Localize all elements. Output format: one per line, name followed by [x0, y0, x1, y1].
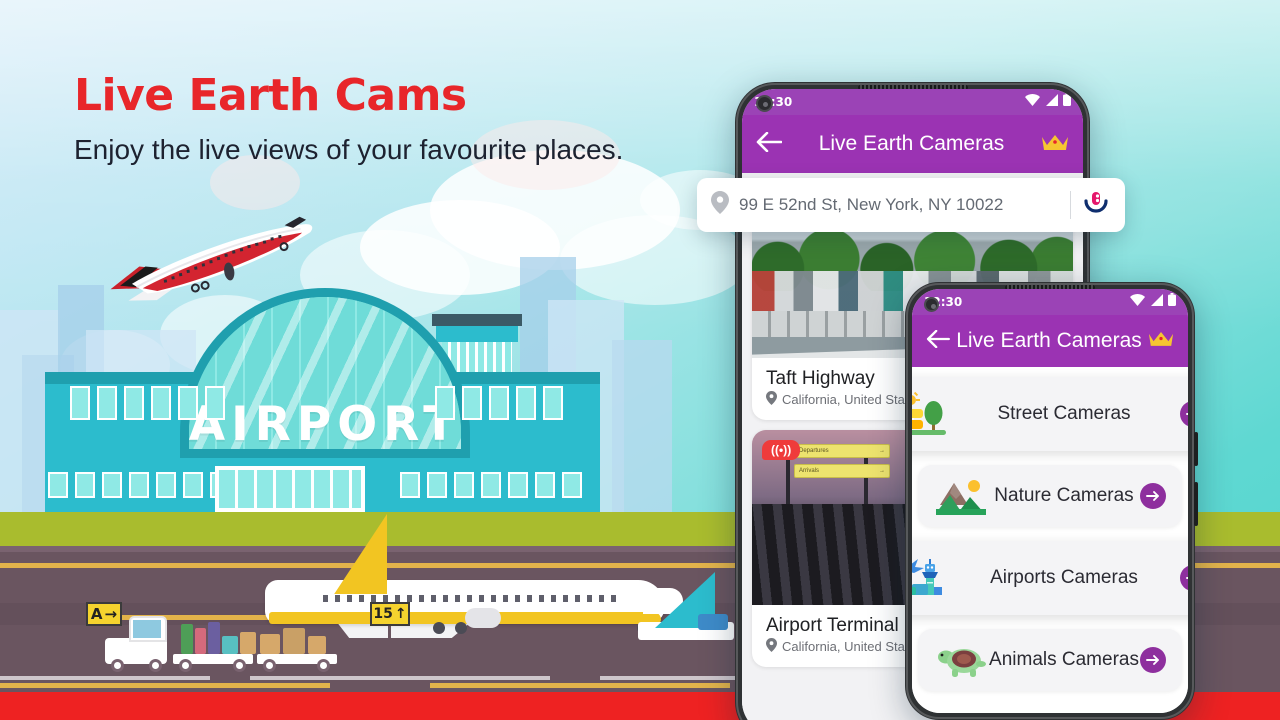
- photo-sign-text: Departures: [799, 448, 829, 454]
- volume-button[interactable]: [1194, 432, 1198, 466]
- runway-centerline: [430, 683, 730, 688]
- skyline-building: [612, 340, 672, 515]
- status-bar: 12:30: [742, 89, 1083, 115]
- back-arrow-icon[interactable]: [756, 131, 786, 157]
- camera-location-text: California, United States: [782, 392, 923, 407]
- promo-headline-block: Live Earth Cams Enjoy the live views of …: [74, 70, 654, 169]
- airplane-engine: [465, 608, 501, 628]
- signal-icon: [1150, 293, 1163, 311]
- taxiway-sign-15-label: 15: [373, 606, 393, 622]
- terminal-window-row: [48, 472, 230, 498]
- airplane-landing-gear: [433, 622, 445, 634]
- parked-airplane: [265, 514, 685, 638]
- jet-stair-cab: [698, 614, 728, 630]
- crown-icon[interactable]: [1037, 132, 1069, 157]
- app-bar: Live Earth Cameras: [742, 95, 1083, 173]
- airport-tower-icon: [912, 555, 948, 601]
- power-button[interactable]: [1194, 482, 1198, 526]
- terminal-window-row: [70, 386, 225, 420]
- cargo-box: [283, 628, 305, 654]
- cargo-box: [260, 634, 280, 654]
- camera-location-text: California, United States: [782, 639, 923, 654]
- photo-arrivals-sign: Arrivals →: [794, 464, 890, 478]
- app-bar-title: Live Earth Cameras: [956, 329, 1142, 352]
- app-bar-title: Live Earth Cameras: [818, 132, 1005, 155]
- category-label: Street Cameras: [997, 403, 1131, 424]
- airplane-landing-gear: [455, 622, 467, 634]
- airplane-windows: [323, 595, 623, 602]
- category-row-airports-cameras[interactable]: Airports Cameras: [912, 541, 1188, 615]
- battery-icon: [1168, 293, 1176, 311]
- front-camera-hole: [924, 297, 939, 312]
- status-bar: 12:30: [912, 289, 1188, 315]
- turtle-icon: [934, 637, 988, 683]
- luggage-item: [195, 628, 206, 654]
- cart-wheel: [263, 659, 276, 672]
- location-pin-icon: [766, 638, 777, 655]
- runway-dash: [250, 676, 550, 680]
- arrow-right-icon[interactable]: [1180, 401, 1188, 427]
- phone-front-device: 12:30 Live Earth Cameras Street Cameras …: [905, 282, 1198, 720]
- category-label: Animals Cameras: [989, 649, 1139, 670]
- location-pin-icon: [766, 391, 777, 408]
- cart-wheel: [149, 659, 162, 672]
- back-arrow-icon[interactable]: [926, 329, 954, 353]
- cart-wheel: [111, 659, 124, 672]
- wifi-icon: [1130, 293, 1145, 311]
- runway-dash: [0, 676, 210, 680]
- arrow-right-icon: →: [879, 448, 885, 454]
- arrow-right-icon[interactable]: [1140, 647, 1166, 673]
- category-label: Airports Cameras: [990, 567, 1138, 588]
- photo-departures-sign: Departures →: [794, 444, 890, 458]
- arrow-right-icon[interactable]: [1180, 565, 1188, 591]
- sign-post: [388, 624, 391, 648]
- battery-icon: [1063, 93, 1071, 111]
- luggage-item: [208, 622, 220, 654]
- taxiway-sign-a-label: A: [90, 605, 103, 623]
- page-title: Live Earth Cams: [74, 70, 467, 121]
- category-row-nature-cameras[interactable]: Nature Cameras: [918, 465, 1182, 527]
- arrow-right-icon[interactable]: [1140, 483, 1166, 509]
- luggage-item: [181, 624, 193, 654]
- cart-wheel: [317, 659, 330, 672]
- wifi-icon: [1025, 93, 1040, 111]
- cargo-box: [240, 632, 256, 654]
- app-bar: Live Earth Cameras: [912, 297, 1188, 367]
- live-badge: ((•)): [762, 440, 801, 460]
- microphone-icon[interactable]: [1081, 188, 1111, 223]
- page-subtitle: Enjoy the live views of your favourite p…: [74, 134, 624, 166]
- tug-window: [133, 620, 161, 638]
- search-input[interactable]: 99 E 52nd St, New York, NY 10022: [739, 195, 1060, 215]
- arrow-right-icon: →: [879, 468, 885, 474]
- terminal-window-row: [435, 386, 563, 420]
- cart-wheel: [179, 659, 192, 672]
- category-label: Nature Cameras: [994, 485, 1134, 506]
- runway-centerline: [0, 683, 330, 688]
- category-row-animals-cameras[interactable]: Animals Cameras: [918, 629, 1182, 691]
- front-camera-hole: [756, 95, 773, 112]
- cargo-box: [308, 636, 326, 654]
- photo-sign-text: Arrivals: [799, 468, 820, 474]
- terminal-entrance-doors: [215, 466, 365, 512]
- category-row-street-cameras[interactable]: Street Cameras: [912, 377, 1188, 451]
- location-pin-icon: [711, 191, 729, 219]
- luggage-item: [222, 636, 238, 654]
- cart-wheel: [233, 659, 246, 672]
- terminal-window-row: [400, 472, 582, 498]
- taxiway-sign-15: 15 ↑: [370, 602, 410, 626]
- signal-icon: [1045, 93, 1058, 111]
- category-list[interactable]: Street Cameras Nature Cameras Airports C…: [912, 367, 1188, 713]
- taxiway-sign-a-arrow-icon: →: [104, 605, 118, 623]
- taxiway-sign-a: A →: [86, 602, 122, 626]
- sign-post: [100, 624, 103, 648]
- search-bar[interactable]: 99 E 52nd St, New York, NY 10022: [697, 178, 1125, 232]
- search-divider: [1070, 191, 1071, 219]
- traffic-light-tree-icon: [912, 391, 948, 437]
- taxiway-sign-15-arrow-icon: ↑: [394, 606, 407, 622]
- crown-icon[interactable]: [1144, 329, 1174, 353]
- mountain-icon: [934, 473, 988, 519]
